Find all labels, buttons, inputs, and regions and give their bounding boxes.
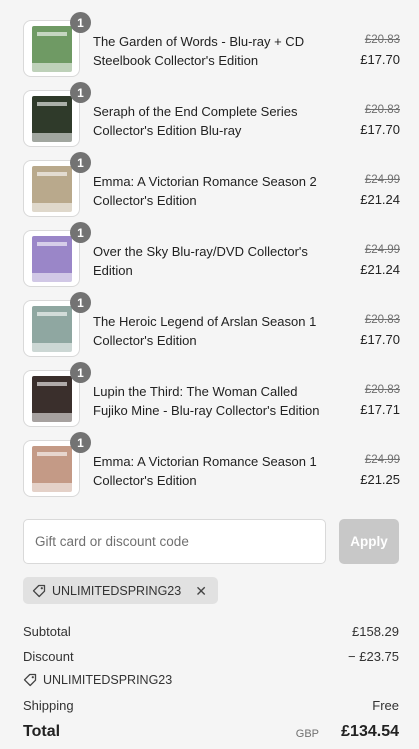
subtotal-row: Subtotal £158.29 (23, 624, 399, 644)
product-image (32, 26, 72, 72)
original-price: £24.99 (364, 244, 400, 256)
original-price: £24.99 (364, 174, 400, 186)
close-icon[interactable]: ✕ (195, 584, 207, 598)
product-title-line2: Collector's Edition (93, 333, 197, 348)
subtotal-value: £158.29 (352, 624, 399, 639)
shipping-row: Shipping Free (23, 698, 399, 718)
quantity-badge: 1 (70, 12, 91, 33)
sale-price: £21.25 (360, 472, 400, 487)
total-value: £134.54 (341, 723, 399, 740)
discount-label: Discount (23, 649, 74, 664)
currency-code: GBP (295, 728, 319, 740)
quantity-badge: 1 (70, 152, 91, 173)
cart-item: 1 The Garden of Words - Blu-ray + CD Ste… (0, 12, 419, 83)
product-title-line2: Collector's Edition Blu-ray (93, 123, 242, 138)
product-title: Lupin the Third: The Woman Called Fujiko… (93, 382, 333, 420)
quantity-badge: 1 (70, 82, 91, 103)
product-thumbnail-wrap: 1 (23, 12, 91, 77)
total-label: Total (23, 723, 61, 740)
product-title-line1: The Heroic Legend of Arslan Season 1 (93, 314, 317, 329)
sale-price: £17.70 (360, 332, 400, 347)
tag-icon (32, 584, 46, 598)
discount-form: Apply (23, 519, 399, 564)
product-title: Over the Sky Blu-ray/DVD Collector's Edi… (93, 242, 333, 280)
sale-price: £17.70 (360, 122, 400, 137)
sale-price: £21.24 (360, 262, 400, 277)
product-title-line1: Emma: A Victorian Romance Season 1 (93, 454, 317, 469)
product-thumbnail-wrap: 1 (23, 292, 91, 357)
product-thumbnail-wrap: 1 (23, 82, 91, 147)
product-title-line1: Lupin the Third: The Woman Called (93, 384, 298, 399)
product-title-line1: The Garden of Words - Blu-ray + CD (93, 34, 305, 49)
apply-button[interactable]: Apply (339, 519, 399, 564)
product-thumbnail-wrap: 1 (23, 362, 91, 427)
discount-row: Discount − £23.75 (23, 649, 399, 669)
applied-discount-chip: UNLIMITEDSPRING23 ✕ (23, 577, 218, 604)
product-title: Emma: A Victorian Romance Season 2 Colle… (93, 172, 333, 210)
cart-item: 1 Emma: A Victorian Romance Season 2 Col… (0, 152, 419, 223)
original-price: £20.83 (364, 104, 400, 116)
discount-code-input[interactable] (23, 519, 326, 564)
product-thumbnail-wrap: 1 (23, 432, 91, 497)
product-thumbnail-wrap: 1 (23, 152, 91, 217)
cart-item: 1 Seraph of the End Complete Series Coll… (0, 82, 419, 153)
quantity-badge: 1 (70, 222, 91, 243)
product-title-line2: Steelbook Collector's Edition (93, 53, 259, 68)
original-price: £20.83 (364, 34, 400, 46)
discount-value: − £23.75 (348, 649, 399, 664)
sale-price: £17.71 (360, 402, 400, 417)
product-image (32, 376, 72, 422)
product-title-line2: Collector's Edition (93, 473, 197, 488)
shipping-value: Free (372, 698, 399, 713)
product-title: The Garden of Words - Blu-ray + CD Steel… (93, 32, 333, 70)
summary-discount-code: UNLIMITEDSPRING23 (23, 673, 172, 687)
original-price: £20.83 (364, 384, 400, 396)
original-price: £20.83 (364, 314, 400, 326)
applied-discount-code: UNLIMITEDSPRING23 (52, 583, 182, 598)
product-image (32, 306, 72, 352)
cart-item: 1 Emma: A Victorian Romance Season 1 Col… (0, 432, 419, 503)
quantity-badge: 1 (70, 432, 91, 453)
product-image (32, 166, 72, 212)
cart-item: 1 Lupin the Third: The Woman Called Fuji… (0, 362, 419, 433)
cart-item: 1 Over the Sky Blu-ray/DVD Collector's E… (0, 222, 419, 293)
product-title-line1: Emma: A Victorian Romance Season 2 (93, 174, 317, 189)
shipping-label: Shipping (23, 698, 74, 713)
sale-price: £21.24 (360, 192, 400, 207)
product-title-line1: Over the Sky Blu-ray/DVD Collector's (93, 244, 308, 259)
cart-item: 1 The Heroic Legend of Arslan Season 1 C… (0, 292, 419, 363)
quantity-badge: 1 (70, 362, 91, 383)
product-image (32, 446, 72, 492)
product-title-line2: Fujiko Mine - Blu-ray Collector's Editio… (93, 403, 320, 418)
quantity-badge: 1 (70, 292, 91, 313)
product-title-line1: Seraph of the End Complete Series (93, 104, 298, 119)
product-thumbnail-wrap: 1 (23, 222, 91, 287)
sale-price: £17.70 (360, 52, 400, 67)
tag-icon (23, 673, 37, 687)
product-title-line2: Collector's Edition (93, 193, 197, 208)
product-title: Emma: A Victorian Romance Season 1 Colle… (93, 452, 333, 490)
product-title: The Heroic Legend of Arslan Season 1 Col… (93, 312, 333, 350)
product-image (32, 236, 72, 282)
product-image (32, 96, 72, 142)
total-row: Total GBP £134.54 (23, 723, 399, 747)
subtotal-label: Subtotal (23, 624, 71, 639)
product-title: Seraph of the End Complete Series Collec… (93, 102, 333, 140)
product-title-line2: Edition (93, 263, 133, 278)
original-price: £24.99 (364, 454, 400, 466)
summary-discount-code-text: UNLIMITEDSPRING23 (43, 673, 173, 687)
